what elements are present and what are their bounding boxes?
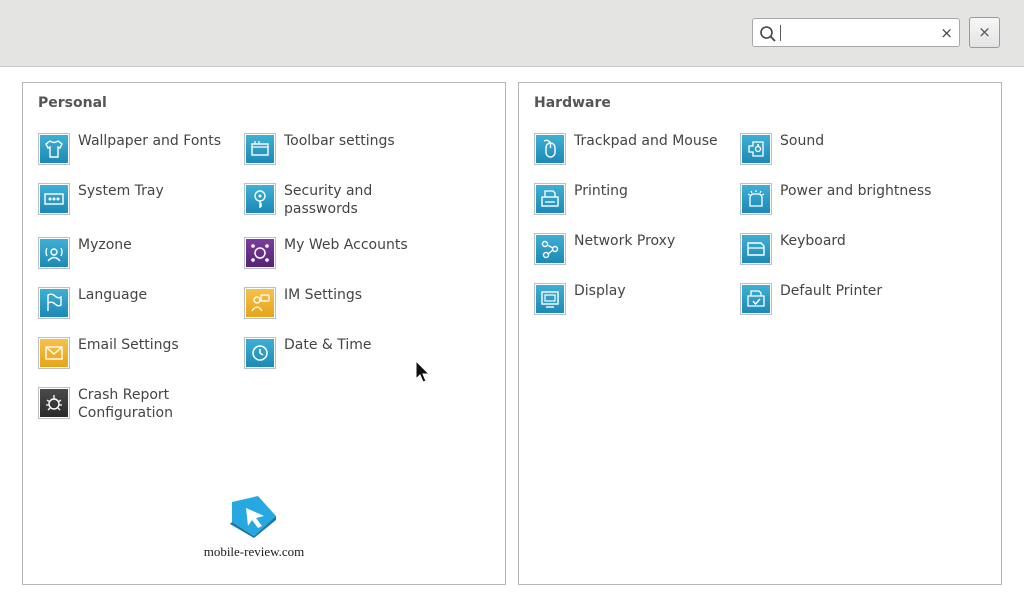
item-wallpaper-and-fonts[interactable]: Wallpaper and Fonts: [38, 133, 238, 179]
search-icon: [760, 26, 776, 42]
item-keyboard[interactable]: Keyboard: [740, 233, 940, 279]
tray-icon: [40, 185, 68, 213]
myzone-icon: [40, 239, 68, 267]
clear-search-icon[interactable]: ×: [940, 24, 953, 42]
settings-sheet: Personal Wallpaper and Fonts System Tray…: [0, 66, 1024, 600]
mouse-pointer-icon: [415, 360, 431, 383]
watermark: mobile-review.com: [203, 494, 305, 562]
personal-title: Personal: [38, 95, 107, 111]
hardware-panel: Hardware Trackpad and Mouse Printing Net…: [518, 82, 1002, 585]
item-myzone[interactable]: Myzone: [38, 237, 238, 283]
item-my-web-accounts[interactable]: My Web Accounts: [244, 237, 444, 283]
item-sound[interactable]: Sound: [740, 133, 940, 179]
item-printing[interactable]: Printing: [534, 183, 734, 229]
speaker-icon: [742, 135, 770, 163]
mouse-icon: [536, 135, 564, 163]
item-default-printer[interactable]: Default Printer: [740, 283, 940, 329]
item-security-and-passwords[interactable]: Security and passwords: [244, 183, 444, 229]
item-network-proxy[interactable]: Network Proxy: [534, 233, 734, 279]
item-im-settings[interactable]: IM Settings: [244, 287, 444, 333]
monitor-icon: [536, 285, 564, 313]
item-toolbar-settings[interactable]: Toolbar settings: [244, 133, 444, 179]
close-button[interactable]: ×: [969, 17, 1000, 48]
item-email-settings[interactable]: Email Settings: [38, 337, 238, 383]
web-accounts-icon: [246, 239, 274, 267]
item-date-and-time[interactable]: Date & Time: [244, 337, 444, 383]
keyboard-icon: [742, 235, 770, 263]
item-display[interactable]: Display: [534, 283, 734, 329]
power-icon: [742, 185, 770, 213]
im-people-icon: [246, 289, 274, 317]
network-icon: [536, 235, 564, 263]
shirt-icon: [40, 135, 68, 163]
item-language[interactable]: Language: [38, 287, 238, 333]
flag-icon: [40, 289, 68, 317]
top-bar: × ×: [0, 0, 1024, 66]
item-crash-report[interactable]: Crash Report Configuration: [38, 387, 238, 433]
envelope-icon: [40, 339, 68, 367]
item-power-and-brightness[interactable]: Power and brightness: [740, 183, 940, 229]
watermark-text: mobile-review.com: [203, 544, 305, 559]
toolbar-icon: [246, 135, 274, 163]
key-icon: [246, 185, 274, 213]
mobile-review-logo-icon: [230, 496, 276, 538]
bug-icon: [40, 389, 68, 417]
hardware-title: Hardware: [534, 95, 611, 111]
printer-icon: [536, 185, 564, 213]
item-system-tray[interactable]: System Tray: [38, 183, 238, 229]
clock-icon: [246, 339, 274, 367]
text-caret: [780, 25, 781, 41]
item-trackpad-and-mouse[interactable]: Trackpad and Mouse: [534, 133, 734, 179]
search-box[interactable]: ×: [752, 18, 960, 47]
search-input[interactable]: [783, 22, 933, 44]
personal-panel: Personal Wallpaper and Fonts System Tray…: [22, 82, 506, 585]
default-printer-icon: [742, 285, 770, 313]
